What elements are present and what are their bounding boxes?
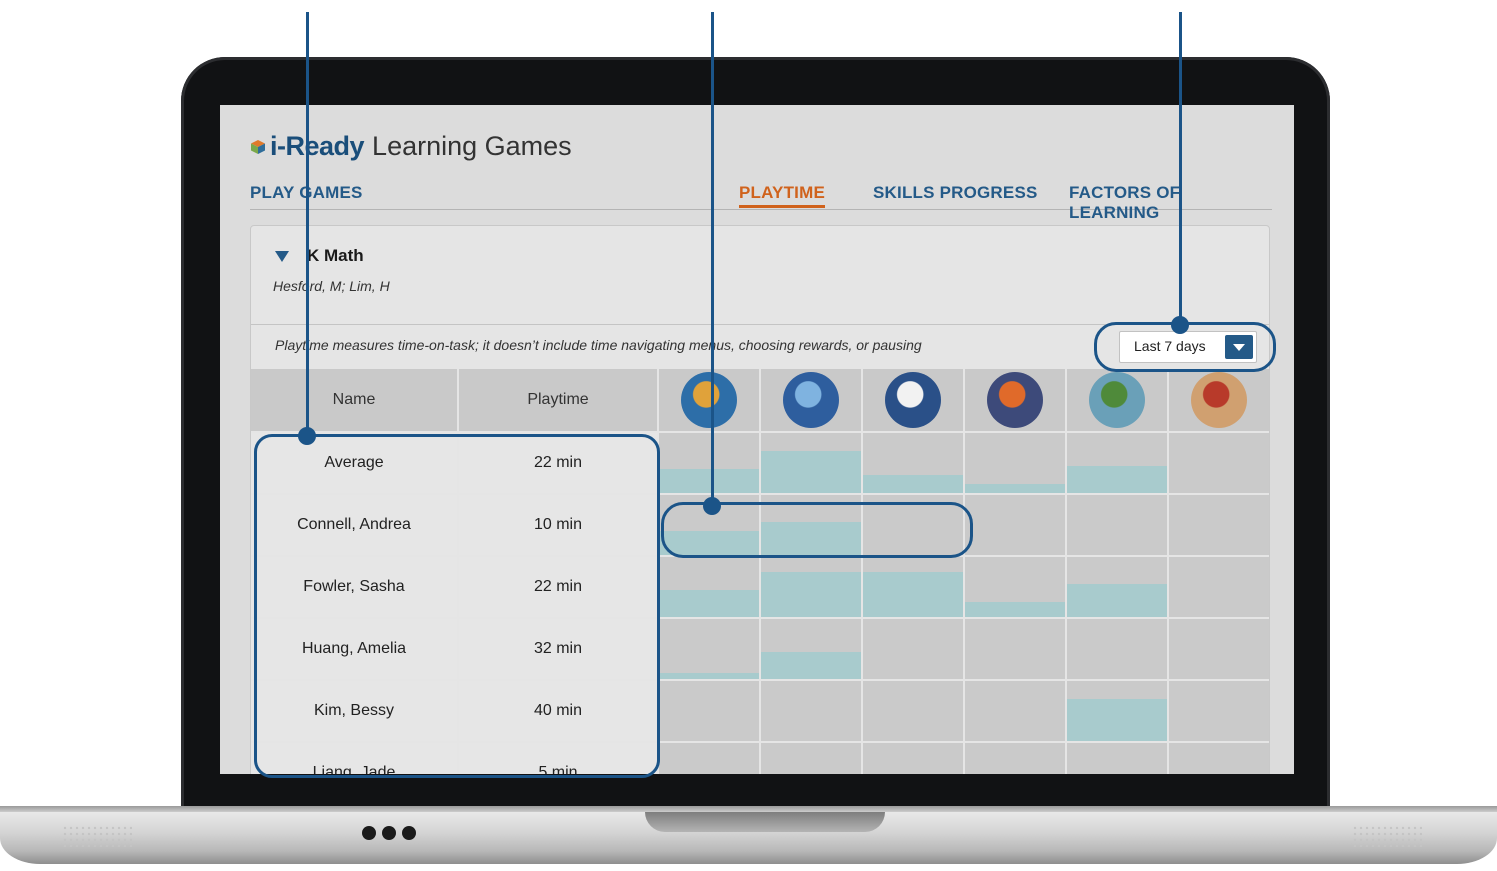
game-time-cell: [1067, 681, 1167, 741]
playtime-bar: [761, 652, 861, 679]
game-time-cell: [659, 743, 759, 774]
column-header-game-3[interactable]: [863, 369, 963, 431]
callout-box-range: [1094, 322, 1276, 372]
speaker-grille-left: [62, 825, 132, 847]
playtime-bar: [1067, 584, 1167, 617]
speaker-grille-right: [1352, 825, 1422, 847]
app-title: Learning Games: [372, 131, 572, 161]
game-time-cell: [659, 619, 759, 679]
game-time-cell: [761, 681, 861, 741]
game-time-cell: [863, 619, 963, 679]
game-time-cell: [965, 557, 1065, 617]
game-time-cell: [1067, 619, 1167, 679]
column-header-playtime[interactable]: Playtime: [459, 369, 657, 431]
class-teachers: Hesford, M; Lim, H: [273, 278, 390, 294]
game-time-cell: [1169, 433, 1269, 493]
column-header-game-5[interactable]: [1067, 369, 1167, 431]
playtime-bar: [761, 451, 861, 493]
playtime-bar: [1067, 466, 1167, 493]
three-dots-icon: [362, 826, 416, 840]
cube-logo-icon: [251, 139, 265, 154]
orange-fish-icon: [987, 372, 1043, 428]
game-time-cell: [761, 433, 861, 493]
game-time-cell: [1067, 433, 1167, 493]
callout-box-names: [254, 434, 660, 778]
column-header-name[interactable]: Name: [251, 369, 457, 431]
game-time-cell: [659, 557, 759, 617]
column-header-game-6[interactable]: [1169, 369, 1269, 431]
game-time-cell: [965, 619, 1065, 679]
numbers-game-icon: [783, 372, 839, 428]
pizza-chef-icon: [1191, 372, 1247, 428]
callout-line-range: [1179, 12, 1182, 326]
playtime-bar: [863, 475, 963, 493]
game-time-cell: [965, 433, 1065, 493]
collapse-triangle-icon[interactable]: [275, 250, 289, 262]
playtime-bar: [659, 469, 759, 493]
game-time-cell: [1067, 743, 1167, 774]
fraction-monkey-icon: [885, 372, 941, 428]
brand-name: i-Ready: [270, 131, 365, 161]
game-time-cell: [1169, 681, 1269, 741]
playtime-bar: [965, 602, 1065, 617]
game-time-cell: [659, 433, 759, 493]
game-time-cell: [1169, 619, 1269, 679]
column-header-game-4[interactable]: [965, 369, 1065, 431]
game-time-cell: [965, 743, 1065, 774]
playtime-bar: [761, 572, 861, 617]
playtime-bar: [965, 484, 1065, 493]
top-nav: PLAY GAMES PLAYTIME SKILLS PROGRESS FACT…: [250, 183, 1272, 222]
fish-game-icon: [681, 372, 737, 428]
column-header-game-2[interactable]: [761, 369, 861, 431]
class-title: K Math: [307, 246, 364, 265]
playtime-bar: [659, 673, 759, 679]
game-time-cell: [965, 681, 1065, 741]
playtime-note: Playtime measures time-on-task; it doesn…: [275, 337, 922, 353]
game-time-cell: [1169, 495, 1269, 555]
game-time-cell: [1067, 557, 1167, 617]
game-time-cell: [761, 619, 861, 679]
frog-game-icon: [1089, 372, 1145, 428]
tab-playtime[interactable]: PLAYTIME: [739, 183, 825, 208]
tab-skills-progress[interactable]: SKILLS PROGRESS: [873, 183, 1038, 203]
game-time-cell: [1169, 557, 1269, 617]
app-logo: i-Ready Learning Games: [250, 131, 572, 162]
game-time-cell: [761, 557, 861, 617]
game-time-cell: [863, 681, 963, 741]
tab-factors-of-learning[interactable]: FACTORS OF LEARNING: [1069, 183, 1272, 223]
game-time-cell: [659, 681, 759, 741]
column-header-game-1[interactable]: [659, 369, 759, 431]
game-time-cell: [863, 557, 963, 617]
callout-line-bars: [711, 12, 714, 506]
game-time-cell: [1169, 743, 1269, 774]
laptop-notch: [645, 812, 885, 832]
game-time-cell: [761, 743, 861, 774]
callout-line-names: [306, 12, 309, 436]
game-time-cell: [863, 433, 963, 493]
game-time-cell: [863, 743, 963, 774]
game-time-cell: [1067, 495, 1167, 555]
playtime-bar: [659, 590, 759, 617]
callout-box-bars: [661, 502, 973, 558]
class-header[interactable]: K Math: [275, 246, 364, 266]
playtime-bar: [863, 572, 963, 617]
playtime-bar: [1067, 699, 1167, 741]
game-time-cell: [965, 495, 1065, 555]
